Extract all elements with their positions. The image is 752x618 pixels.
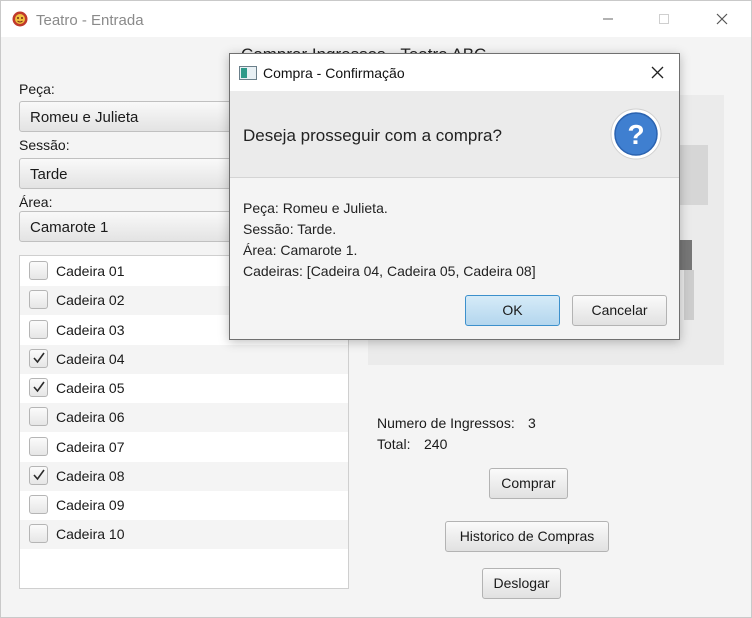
ok-button[interactable]: OK [465, 295, 560, 326]
seat-checkbox[interactable] [29, 320, 48, 339]
seat-label: Cadeira 08 [56, 468, 125, 484]
dialog-close-button[interactable] [643, 63, 673, 83]
peca-value: Romeu e Julieta [30, 109, 139, 126]
area-label: Área: [19, 194, 53, 210]
dialog-header: Deseja prosseguir com a compra? ? [230, 91, 679, 178]
theater-mask-icon [12, 11, 28, 27]
seat-label: Cadeira 03 [56, 322, 125, 338]
area-value: Camarote 1 [30, 219, 109, 236]
seat-row[interactable]: Cadeira 09 [20, 491, 348, 520]
close-icon [651, 66, 664, 79]
dialog-line-area: Área: Camarote 1. [243, 242, 358, 258]
seat-checkbox[interactable] [29, 349, 48, 368]
peca-select[interactable]: Romeu e Julieta [19, 101, 259, 132]
sessao-label: Sessão: [19, 137, 70, 153]
seat-label: Cadeira 06 [56, 409, 125, 425]
seat-checkbox[interactable] [29, 407, 48, 426]
close-button[interactable] [699, 1, 745, 37]
total-label: Total: [377, 436, 411, 452]
maximize-button[interactable] [641, 1, 687, 37]
total-value: 240 [424, 436, 448, 452]
window-title: Teatro - Entrada [36, 12, 144, 29]
seat-row[interactable]: Cadeira 05 [20, 374, 348, 403]
checkmark-icon [33, 381, 45, 393]
seat-row[interactable]: Cadeira 06 [20, 403, 348, 432]
checkmark-icon [33, 352, 45, 364]
dialog-line-peca: Peça: Romeu e Julieta. [243, 200, 388, 216]
deslogar-button[interactable]: Deslogar [482, 568, 561, 599]
svg-text:?: ? [627, 119, 644, 150]
seat-checkbox[interactable] [29, 290, 48, 309]
seat-checkbox[interactable] [29, 437, 48, 456]
historico-button[interactable]: Historico de Compras [445, 521, 609, 552]
dialog-line-sessao: Sessão: Tarde. [243, 221, 337, 237]
peca-label: Peça: [19, 81, 55, 97]
close-icon [716, 13, 728, 25]
seat-row[interactable]: Cadeira 10 [20, 520, 348, 549]
seat-checkbox[interactable] [29, 524, 48, 543]
seat-label: Cadeira 10 [56, 526, 125, 542]
window-icon [239, 66, 257, 83]
dialog-title: Compra - Confirmação [263, 65, 405, 81]
dialog-question: Deseja prosseguir com a compra? [243, 126, 502, 145]
seat-label: Cadeira 04 [56, 351, 125, 367]
title-bar: Teatro - Entrada [1, 1, 751, 37]
seat-row[interactable]: Cadeira 07 [20, 433, 348, 462]
maximize-icon [659, 14, 669, 24]
seat-row[interactable]: Cadeira 08 [20, 462, 348, 491]
seat-label: Cadeira 09 [56, 497, 125, 513]
sessao-value: Tarde [30, 166, 68, 183]
confirmation-dialog: Compra - Confirmação Deseja prosseguir c… [229, 53, 680, 340]
minimize-button[interactable] [585, 1, 631, 37]
ingressos-value: 3 [528, 415, 536, 431]
seat-checkbox[interactable] [29, 495, 48, 514]
seat-checkbox[interactable] [29, 378, 48, 397]
seat-row[interactable]: Cadeira 04 [20, 345, 348, 374]
seat-checkbox[interactable] [29, 466, 48, 485]
sessao-select[interactable]: Tarde [19, 158, 259, 189]
seat-label: Cadeira 07 [56, 439, 125, 455]
ingressos-label: Numero de Ingressos: [377, 415, 515, 431]
seat-checkbox[interactable] [29, 261, 48, 280]
minimize-icon [603, 18, 613, 20]
area-select[interactable]: Camarote 1 [19, 211, 259, 242]
checkmark-icon [33, 469, 45, 481]
seat-label: Cadeira 01 [56, 263, 125, 279]
seat-label: Cadeira 05 [56, 380, 125, 396]
dialog-line-cadeiras: Cadeiras: [Cadeira 04, Cadeira 05, Cadei… [243, 263, 536, 279]
seat-label: Cadeira 02 [56, 292, 125, 308]
question-icon: ? [610, 108, 662, 163]
cancel-button[interactable]: Cancelar [572, 295, 667, 326]
comprar-button[interactable]: Comprar [489, 468, 568, 499]
dialog-title-bar: Compra - Confirmação [230, 54, 679, 91]
